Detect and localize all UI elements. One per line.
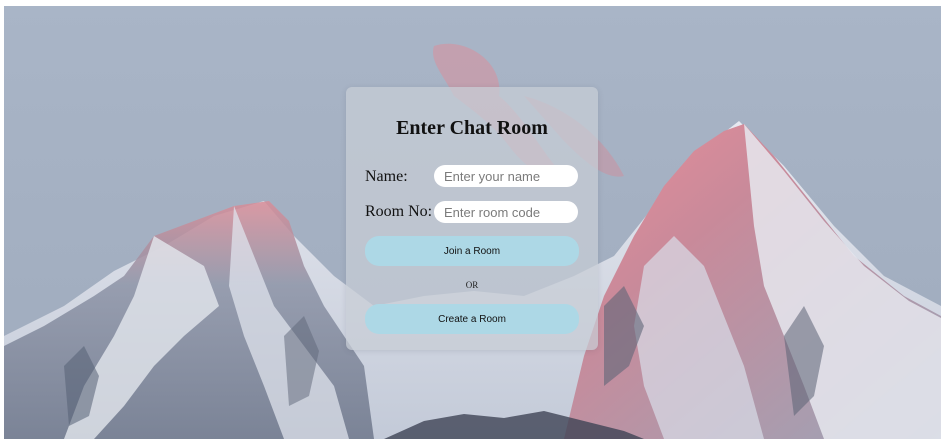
room-code-input[interactable]	[434, 201, 578, 223]
or-separator: OR	[465, 280, 479, 290]
page: Enter Chat Room Name: Room No: Join a Ro…	[0, 0, 943, 441]
name-input[interactable]	[434, 165, 578, 187]
card-title: Enter Chat Room	[396, 117, 548, 139]
name-label: Name:	[365, 168, 408, 185]
room-number-label: Room No:	[365, 203, 433, 220]
create-room-button[interactable]: Create a Room	[365, 304, 579, 334]
join-room-button[interactable]: Join a Room	[365, 236, 579, 266]
chat-room-card: Enter Chat Room Name: Room No: Join a Ro…	[346, 87, 598, 350]
